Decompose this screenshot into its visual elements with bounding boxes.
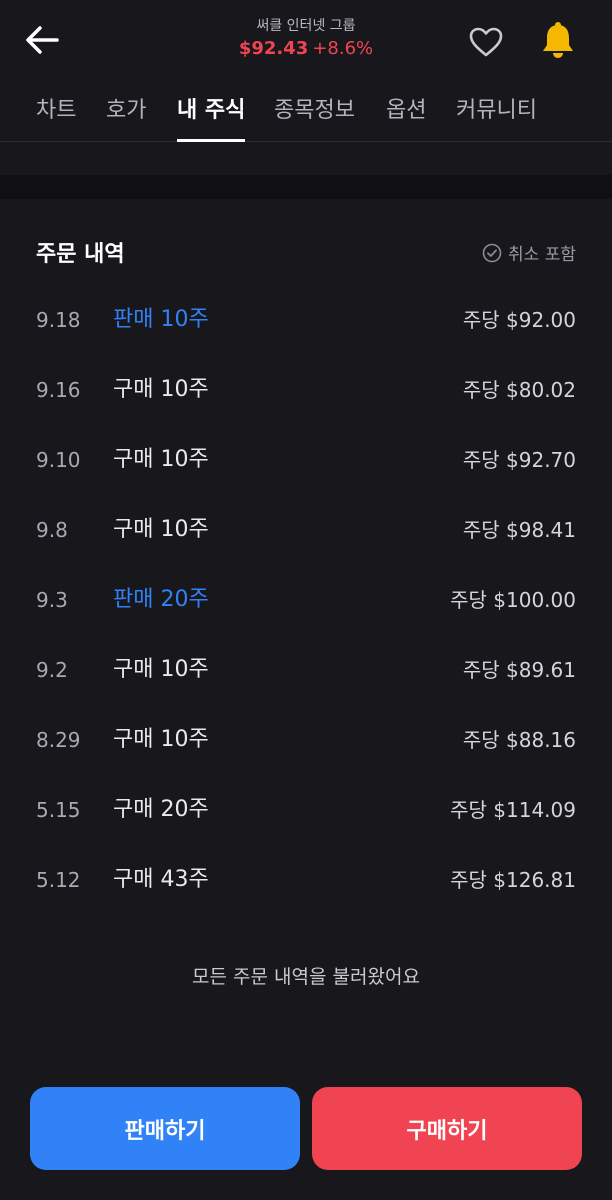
order-date: 9.18: [36, 308, 81, 332]
order-price: 주당 $92.00: [462, 308, 576, 332]
order-type: 구매 10주: [113, 377, 209, 402]
tab-stock-info[interactable]: 종목정보: [274, 94, 355, 142]
tab-chart[interactable]: 차트: [36, 94, 76, 142]
order-row[interactable]: 9.10 구매 10주 주당 $92.70: [0, 425, 612, 495]
check-circle-icon: [482, 243, 502, 263]
section-divider: [0, 175, 612, 199]
tab-orderbook[interactable]: 호가: [106, 94, 146, 142]
tab-my-stock[interactable]: 내 주식: [177, 94, 246, 142]
bell-icon: [543, 22, 573, 58]
order-date: 5.12: [36, 868, 81, 892]
order-row[interactable]: 5.15 구매 20주 주당 $114.09: [0, 775, 612, 845]
price-change: +8.6%: [312, 38, 374, 59]
order-date: 9.8: [36, 518, 68, 542]
order-type: 구매 10주: [113, 657, 209, 682]
order-date: 9.16: [36, 378, 81, 402]
stock-name: 써클 인터넷 그룹: [256, 18, 356, 34]
buy-button[interactable]: 구매하기: [312, 1087, 582, 1170]
order-row[interactable]: 9.3 판매 20주 주당 $100.00: [0, 565, 612, 635]
order-row[interactable]: 9.8 구매 10주 주당 $98.41: [0, 495, 612, 565]
order-date: 9.3: [36, 588, 68, 612]
include-cancelled-toggle[interactable]: 취소 포함: [482, 240, 576, 265]
tab-bar: 차트 호가 내 주식 종목정보 옵션 커뮤니티: [0, 84, 612, 142]
order-date: 9.10: [36, 448, 81, 472]
order-date: 8.29: [36, 728, 81, 752]
order-price: 주당 $100.00: [450, 588, 576, 612]
order-price: 주당 $114.09: [450, 798, 576, 822]
sell-button[interactable]: 판매하기: [30, 1087, 300, 1170]
order-price: 주당 $98.41: [462, 518, 576, 542]
price-line: $92.43 +8.6%: [0, 36, 612, 62]
order-price: 주당 $126.81: [450, 868, 576, 892]
top-bar: 써클 인터넷 그룹 $92.43 +8.6%: [0, 0, 612, 84]
order-row[interactable]: 5.12 구매 43주 주당 $126.81: [0, 845, 612, 915]
order-row[interactable]: 9.2 구매 10주 주당 $89.61: [0, 635, 612, 705]
order-row[interactable]: 9.18 판매 10주 주당 $92.00: [0, 285, 612, 355]
tab-options[interactable]: 옵션: [386, 94, 426, 142]
order-type: 구매 10주: [113, 727, 209, 752]
order-type: 구매 20주: [113, 797, 209, 822]
order-row[interactable]: 8.29 구매 10주 주당 $88.16: [0, 705, 612, 775]
order-type: 판매 10주: [113, 307, 209, 332]
order-list: 9.18 판매 10주 주당 $92.00 9.16 구매 10주 주당 $80…: [0, 285, 612, 915]
order-row[interactable]: 9.16 구매 10주 주당 $80.02: [0, 355, 612, 425]
order-price: 주당 $89.61: [462, 658, 576, 682]
include-cancelled-label: 취소 포함: [508, 245, 576, 265]
order-date: 5.15: [36, 798, 81, 822]
order-type: 판매 20주: [113, 587, 209, 612]
order-price: 주당 $88.16: [462, 728, 576, 752]
orders-title: 주문 내역: [36, 242, 125, 267]
favorite-button[interactable]: [466, 22, 506, 62]
order-type: 구매 10주: [113, 447, 209, 472]
alert-button[interactable]: [538, 20, 578, 60]
order-price: 주당 $80.02: [462, 378, 576, 402]
order-type: 구매 43주: [113, 867, 209, 892]
all-loaded-message: 모든 주문 내역을 불러왔어요: [192, 966, 420, 988]
order-type: 구매 10주: [113, 517, 209, 542]
current-price: $92.43: [238, 38, 309, 59]
stock-title: 써클 인터넷 그룹 $92.43 +8.6%: [0, 16, 612, 62]
heart-icon: [469, 27, 503, 57]
tab-community[interactable]: 커뮤니티: [456, 94, 537, 142]
order-date: 9.2: [36, 658, 68, 682]
order-price: 주당 $92.70: [462, 448, 576, 472]
